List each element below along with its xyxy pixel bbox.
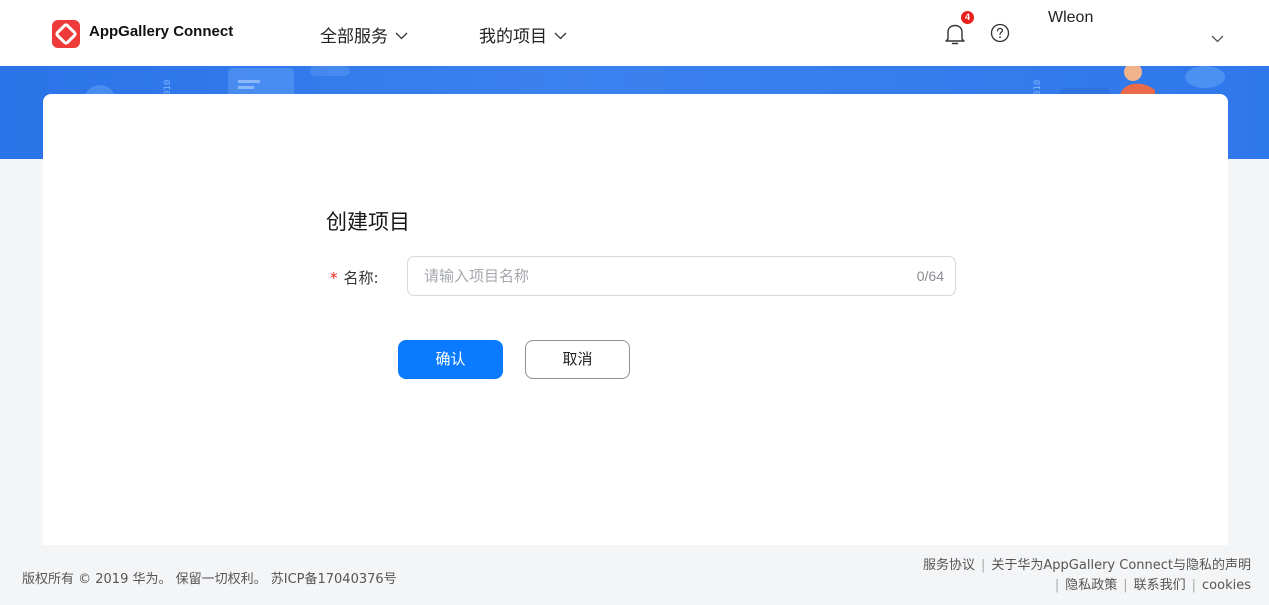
nav-all-services[interactable]: 全部服务 bbox=[320, 22, 408, 47]
footer-link-service-agreement[interactable]: 服务协议 bbox=[923, 558, 975, 573]
page-title: 创建项目 bbox=[326, 210, 410, 234]
chevron-down-icon[interactable] bbox=[1211, 28, 1224, 47]
char-counter: 0/64 bbox=[916, 268, 944, 284]
app-name[interactable]: AppGallery Connect bbox=[89, 23, 233, 40]
name-label-text: 名称: bbox=[343, 269, 379, 287]
footer-links-row-1: 服务协议 | 关于华为AppGallery Connect与隐私的声明 bbox=[923, 558, 1251, 573]
nav-my-projects-label: 我的项目 bbox=[479, 27, 547, 47]
chevron-down-icon bbox=[395, 25, 408, 45]
notification-badge: 4 bbox=[961, 11, 974, 24]
name-field-label: * 名称: bbox=[330, 267, 379, 288]
appgallery-logo-icon[interactable] bbox=[52, 20, 80, 48]
footer-link-cookies[interactable]: cookies bbox=[1202, 578, 1251, 593]
footer-links-row-2: | 隐私政策 | 联系我们 | cookies bbox=[1054, 578, 1251, 593]
nav-all-services-label: 全部服务 bbox=[320, 27, 388, 47]
top-bar: AppGallery Connect 全部服务 我的项目 4 Wleon bbox=[0, 0, 1269, 66]
cancel-button[interactable]: 取消 bbox=[525, 340, 630, 379]
footer-links: 服务协议 | 关于华为AppGallery Connect与隐私的声明 | 隐私政策 |… bbox=[923, 556, 1251, 596]
create-project-card: 创建项目 * 名称: 0/64 确认 取消 bbox=[43, 94, 1228, 545]
footer-link-privacy-statement[interactable]: 关于华为AppGallery Connect与隐私的声明 bbox=[991, 558, 1251, 573]
user-name[interactable]: Wleon bbox=[1048, 9, 1093, 27]
chevron-down-icon bbox=[554, 25, 567, 45]
nav-my-projects[interactable]: 我的项目 bbox=[479, 22, 567, 47]
bell-icon[interactable] bbox=[944, 22, 966, 46]
required-mark: * bbox=[330, 269, 338, 287]
confirm-button[interactable]: 确认 bbox=[398, 340, 503, 379]
project-name-input[interactable] bbox=[422, 257, 892, 295]
name-field[interactable]: 0/64 bbox=[407, 256, 956, 296]
footer-link-privacy-policy[interactable]: 隐私政策 bbox=[1065, 578, 1117, 593]
help-circle-icon[interactable] bbox=[990, 23, 1010, 43]
footer-link-contact-us[interactable]: 联系我们 bbox=[1134, 578, 1186, 593]
copyright-text: 版权所有 © 2019 华为。 保留一切权利。 苏ICP备17040376号 bbox=[22, 572, 397, 587]
